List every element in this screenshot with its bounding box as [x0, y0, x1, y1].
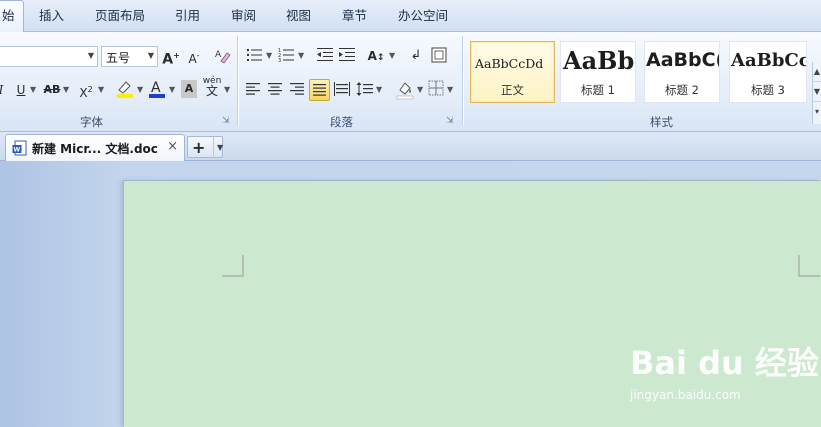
- menu-tab-start[interactable]: 始: [0, 0, 24, 33]
- increase-indent-icon[interactable]: [338, 46, 356, 66]
- style-name: 正文: [501, 83, 524, 97]
- font-size-value: 五号: [106, 51, 131, 65]
- paragraph-group-label: 段落: [330, 115, 353, 129]
- style-sample: AaBb(: [563, 46, 635, 75]
- menu-tab-insert[interactable]: 插入: [39, 0, 64, 32]
- phonetic-guide-icon[interactable]: wén 文: [202, 76, 222, 97]
- styles-group-label: 样式: [650, 115, 673, 129]
- chevron-down-icon[interactable]: ▼: [376, 80, 382, 100]
- line-spacing-icon[interactable]: [356, 80, 374, 100]
- chevron-down-icon[interactable]: ▼: [213, 137, 223, 158]
- chevron-down-icon[interactable]: ▼: [266, 46, 272, 66]
- chevron-down-icon[interactable]: ▼: [389, 46, 395, 66]
- paragraph-dialog-launcher-icon[interactable]: ⇲: [446, 116, 454, 126]
- document-tab[interactable]: W 新建 Micr... 文档.doc ×: [5, 134, 185, 161]
- group-divider: [237, 36, 238, 126]
- borders-icon[interactable]: [428, 80, 444, 100]
- styles-gallery: AaBbCcDd 正文 AaBb( 标题 1 AaBbC( 标题 2 AaBbC…: [468, 39, 808, 105]
- font-group-label: 字体: [80, 115, 103, 129]
- align-right-icon[interactable]: [288, 80, 306, 100]
- watermark-url: jingyan.baidu.com: [630, 388, 741, 402]
- watermark: Bai du 经验 jingyan.baidu.com: [630, 338, 819, 408]
- style-name: 标题 3: [751, 83, 785, 97]
- ribbon: ▼ 五号 ▼ A+ A- A I U ▼ AB ▼ X2 ▼ ▼ A ▼ A w…: [0, 32, 821, 132]
- align-left-icon[interactable]: [244, 80, 262, 100]
- font-size-combo[interactable]: 五号 ▼: [101, 46, 158, 67]
- chevron-down-icon[interactable]: ▼: [148, 51, 154, 60]
- clear-format-icon[interactable]: A: [212, 45, 234, 65]
- justify-icon[interactable]: [309, 79, 330, 101]
- style-normal[interactable]: AaBbCcDd 正文: [470, 41, 555, 103]
- chevron-up-icon[interactable]: ▲: [813, 62, 821, 82]
- char-shading-icon[interactable]: A: [181, 80, 197, 98]
- close-icon[interactable]: ×: [167, 139, 178, 154]
- grow-font-icon[interactable]: A+: [162, 46, 180, 68]
- menu-tab-page-layout[interactable]: 页面布局: [95, 0, 145, 32]
- italic-icon[interactable]: I: [0, 80, 6, 100]
- chevron-down-icon[interactable]: ▼: [224, 80, 230, 100]
- numbering-icon[interactable]: 123: [278, 46, 296, 66]
- word-doc-icon: W: [12, 140, 28, 159]
- menu-tab-references[interactable]: 引用: [175, 0, 200, 32]
- chevron-down-icon[interactable]: ▼: [447, 80, 453, 100]
- style-heading-3[interactable]: AaBbCc 标题 3: [729, 41, 807, 103]
- menu-tab-review[interactable]: 审阅: [231, 0, 256, 32]
- group-divider: [462, 36, 463, 126]
- strikethrough-icon[interactable]: AB: [43, 80, 61, 100]
- text-box-icon[interactable]: [430, 46, 448, 66]
- svg-text:A: A: [151, 80, 161, 96]
- chevron-down-icon[interactable]: ▼: [30, 80, 36, 100]
- bullets-icon[interactable]: [246, 46, 264, 66]
- highlight-icon[interactable]: [114, 78, 136, 98]
- chevron-down-icon[interactable]: ▼: [169, 80, 175, 100]
- style-name: 标题 2: [665, 83, 699, 97]
- shading-icon[interactable]: [395, 79, 415, 100]
- style-heading-1[interactable]: AaBb( 标题 1: [560, 41, 636, 103]
- svg-text:W: W: [14, 147, 21, 154]
- align-center-icon[interactable]: [266, 80, 284, 100]
- svg-text:A: A: [215, 50, 222, 60]
- chinese-layout-icon[interactable]: A↕: [366, 46, 386, 66]
- more-styles-icon[interactable]: ▾: [813, 102, 821, 122]
- chevron-down-icon[interactable]: ▼: [98, 80, 104, 100]
- watermark-logo: Bai du 经验: [630, 344, 819, 382]
- decrease-indent-icon[interactable]: [316, 46, 334, 66]
- chevron-down-icon[interactable]: ▼: [813, 82, 821, 102]
- shrink-font-icon[interactable]: A-: [185, 46, 203, 66]
- style-heading-2[interactable]: AaBbC( 标题 2: [644, 41, 720, 103]
- menu-tab-office-space[interactable]: 办公空间: [398, 0, 448, 32]
- styles-gallery-scroll[interactable]: ▲ ▼ ▾: [812, 62, 821, 124]
- chevron-down-icon[interactable]: ▼: [417, 80, 423, 100]
- superscript-icon[interactable]: X2: [77, 80, 95, 100]
- new-tab-button[interactable]: + ▼: [187, 136, 223, 158]
- chevron-down-icon[interactable]: ▼: [137, 80, 143, 100]
- margin-corner-mark: [798, 255, 820, 277]
- document-tab-bar: W 新建 Micr... 文档.doc × + ▼: [0, 132, 821, 161]
- menu-bar: 始 插入 页面布局 引用 审阅 视图 章节 办公空间: [0, 0, 821, 33]
- distributed-align-icon[interactable]: [333, 80, 351, 100]
- menu-tab-view[interactable]: 视图: [286, 0, 311, 32]
- menu-tab-section[interactable]: 章节: [342, 0, 367, 32]
- style-sample: AaBbCcDd: [475, 56, 544, 71]
- chevron-down-icon[interactable]: ▼: [88, 51, 94, 60]
- underline-icon[interactable]: U: [14, 80, 28, 100]
- margin-corner-mark: [222, 255, 244, 277]
- plus-icon[interactable]: +: [192, 137, 205, 158]
- chevron-down-icon[interactable]: ▼: [298, 46, 304, 66]
- show-marks-icon[interactable]: ↲: [408, 46, 424, 66]
- svg-text:3: 3: [278, 58, 281, 64]
- font-dialog-launcher-icon[interactable]: ⇲: [222, 116, 230, 126]
- style-name: 标题 1: [581, 83, 615, 97]
- style-sample: AaBbCc: [731, 50, 807, 71]
- chevron-down-icon[interactable]: ▼: [63, 80, 69, 100]
- document-tab-title: 新建 Micr... 文档.doc: [32, 142, 158, 156]
- font-name-combo[interactable]: ▼: [0, 46, 98, 67]
- style-sample: AaBbC(: [646, 49, 720, 71]
- font-color-icon[interactable]: A: [148, 78, 166, 98]
